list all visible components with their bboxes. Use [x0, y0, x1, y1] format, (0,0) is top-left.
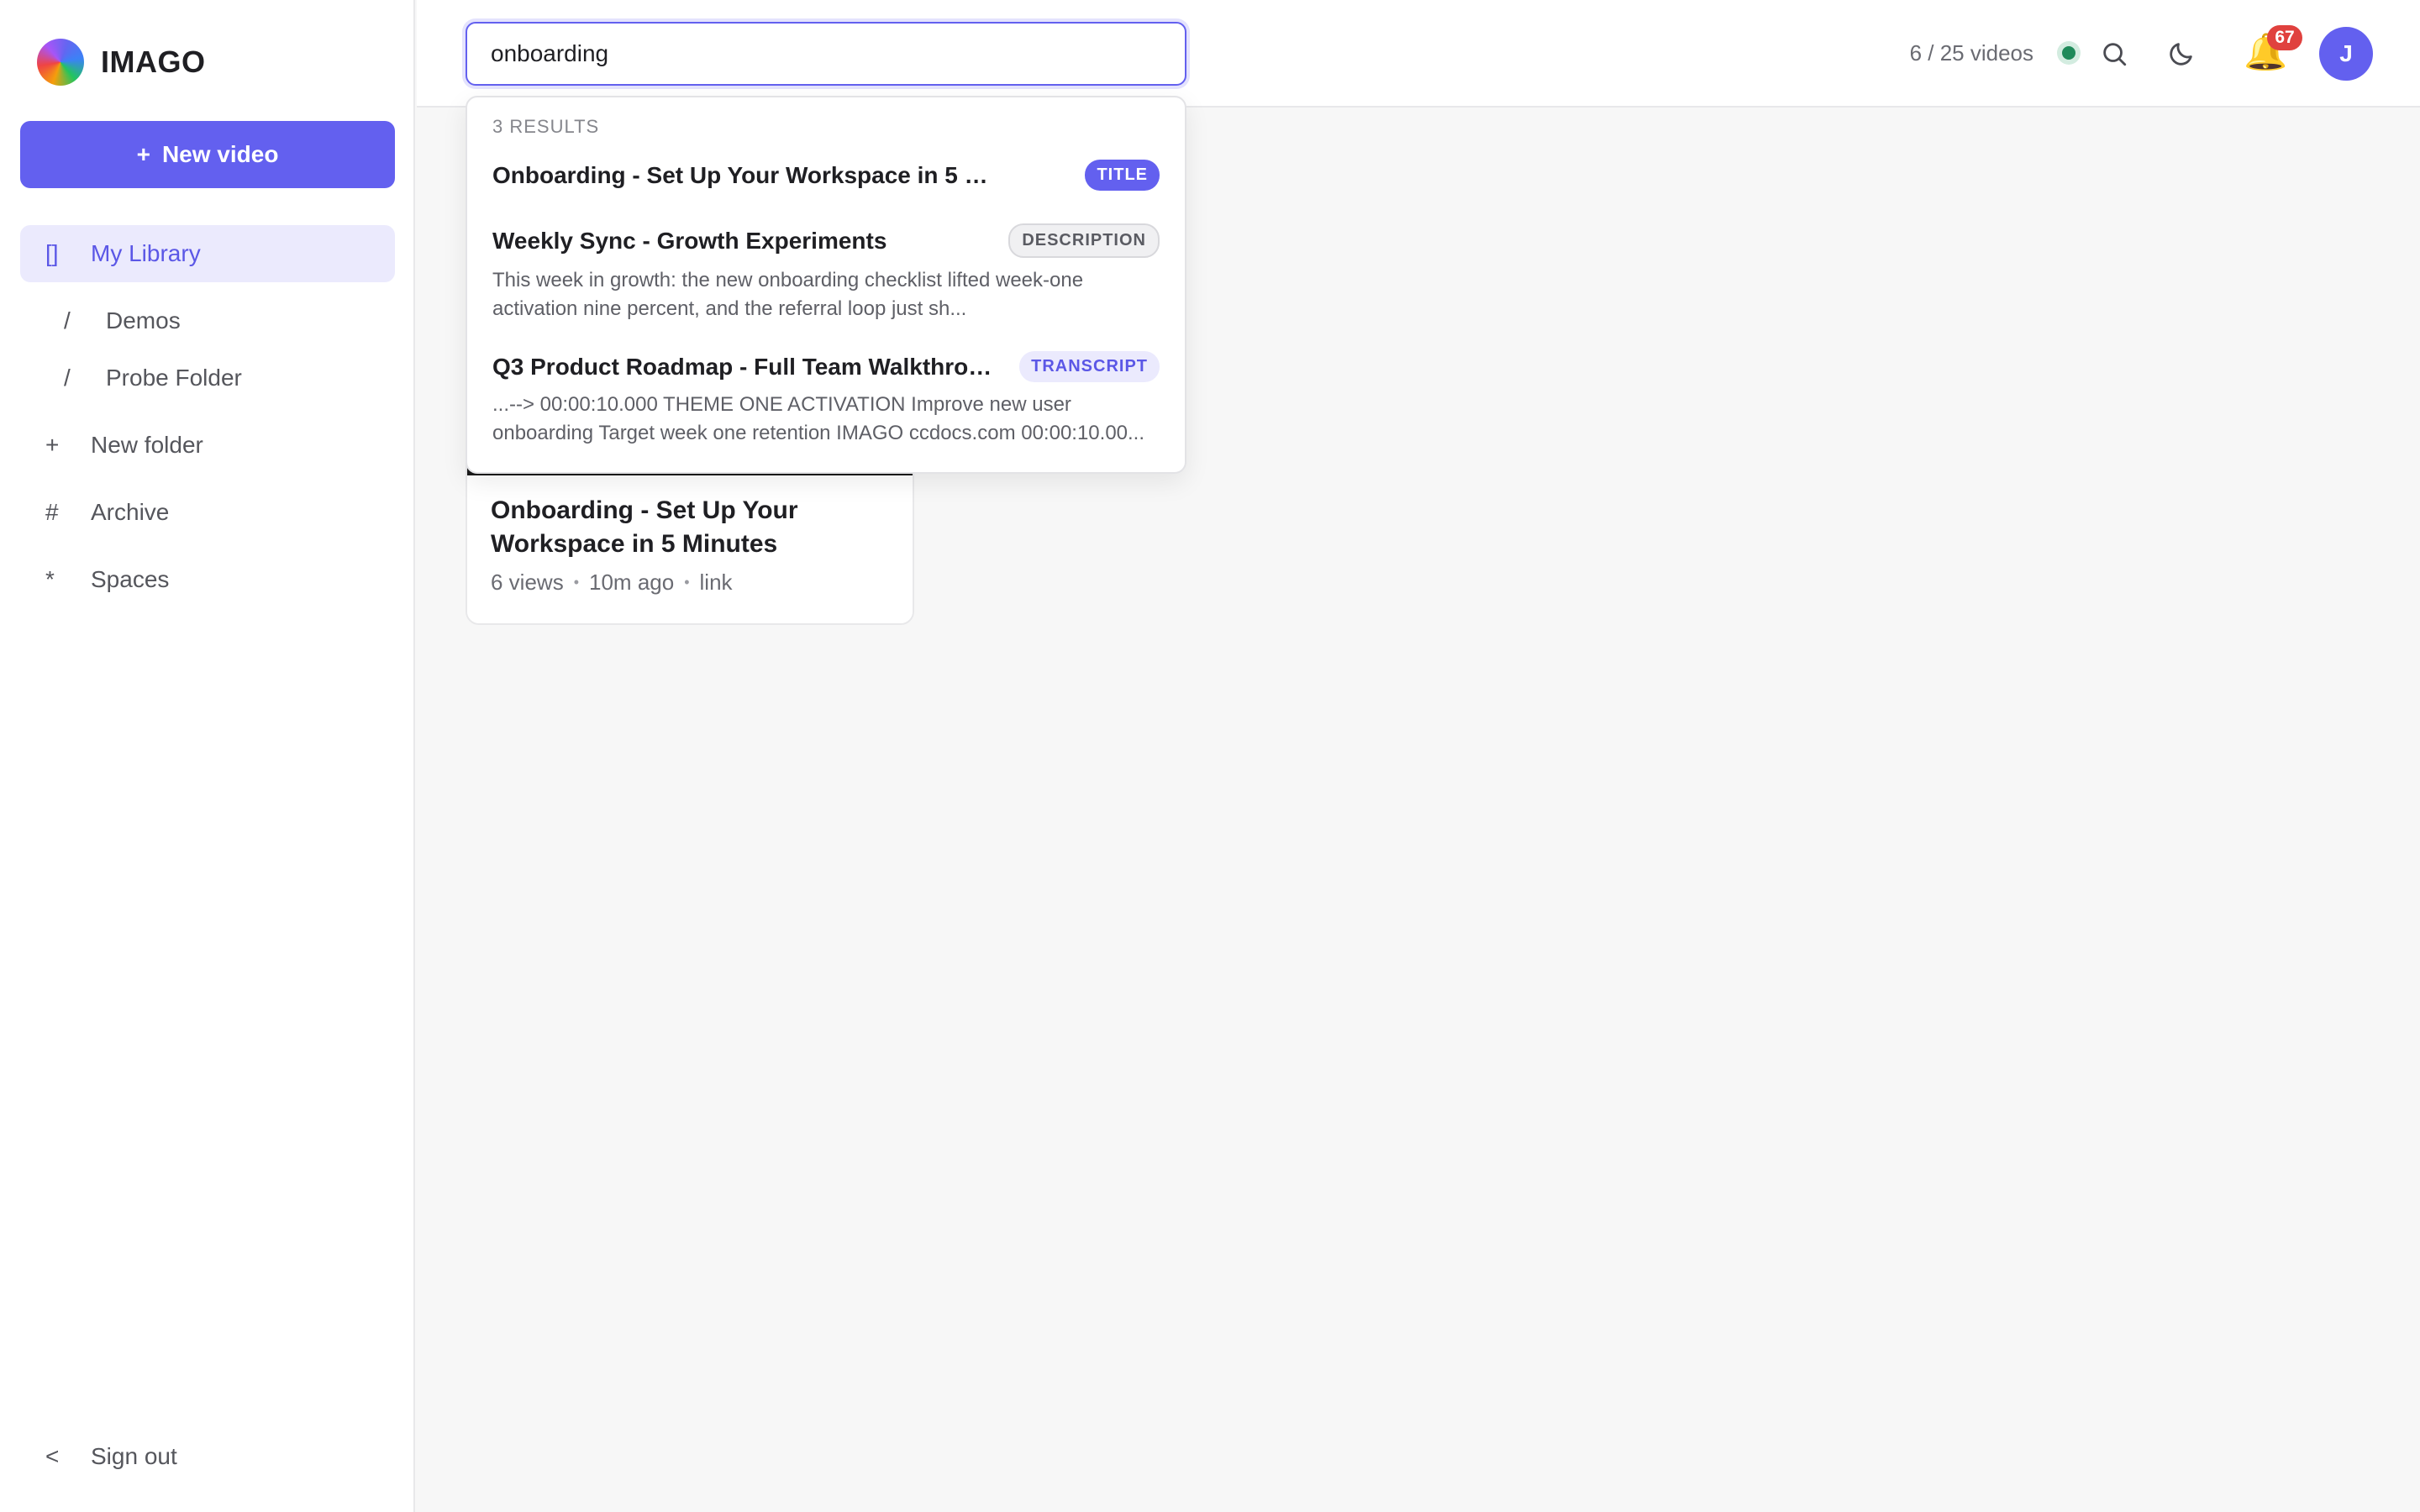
sign-out-icon: <	[45, 1443, 60, 1469]
folder-icon: /	[64, 365, 71, 391]
archive-icon: #	[45, 499, 59, 525]
library-icon: []	[45, 240, 59, 266]
moon-icon	[2170, 43, 2192, 66]
sidebar-item-spaces[interactable]: * Spaces	[20, 551, 395, 608]
result-snippet: ...--> 00:00:10.000 THEME ONE ACTIVATION…	[492, 393, 1145, 444]
sign-out-button[interactable]: < Sign out	[20, 1428, 395, 1485]
results-count: 3 RESULTS	[492, 116, 600, 137]
result-title: Onboarding - Set Up Your Workspace in 5 …	[492, 161, 997, 188]
status-dot-icon	[2057, 41, 2081, 65]
avatar[interactable]: J	[2319, 27, 2373, 81]
folder-icon: /	[64, 307, 71, 333]
search-input[interactable]	[466, 22, 1186, 86]
result-title: Weekly Sync - Growth Experiments	[492, 227, 887, 254]
separator-dot: •	[573, 574, 580, 591]
sidebar-item-demos[interactable]: / Demos	[20, 292, 395, 349]
sidebar-item-my-library[interactable]: [] My Library	[20, 225, 395, 282]
search-result-item[interactable]: Weekly Sync - Growth Experiments DESCRIP…	[492, 223, 1160, 323]
notification-count-badge: 67	[2267, 25, 2302, 50]
search-icon	[2103, 43, 2127, 66]
video-age: 10m ago	[589, 570, 675, 595]
result-snippet: This week in growth: the new onboarding …	[492, 269, 1084, 320]
search-button[interactable]	[2094, 34, 2134, 74]
separator-dot: •	[684, 574, 690, 591]
sidebar-item-label: New folder	[91, 432, 203, 458]
sidebar-item-label: Archive	[91, 499, 170, 525]
spaces-icon: *	[45, 566, 55, 592]
video-visibility: link	[699, 570, 733, 595]
match-type-badge: DESCRIPTION	[1008, 223, 1160, 258]
match-type-badge: TITLE	[1085, 160, 1160, 191]
video-quota: 6 / 25 videos	[1909, 40, 2033, 66]
brand[interactable]: IMAGO	[37, 39, 206, 86]
plus-icon: +	[45, 432, 60, 458]
match-type-badge: TRANSCRIPT	[1019, 351, 1160, 382]
new-video-button[interactable]: + New video	[20, 121, 395, 188]
sidebar: IMAGO + New video [] My Library / Demos …	[0, 0, 415, 1512]
search-results-dropdown: 3 RESULTS Onboarding - Set Up Your Works…	[466, 96, 1186, 474]
video-card-body: Onboarding - Set Up Your Workspace in 5 …	[467, 475, 913, 623]
logo-icon	[37, 39, 84, 86]
search-result-item[interactable]: Onboarding - Set Up Your Workspace in 5 …	[492, 160, 1160, 191]
video-views: 6 views	[491, 570, 564, 595]
search-result-item[interactable]: Q3 Product Roadmap - Full Team Walkthro……	[492, 351, 1160, 448]
plus-icon: +	[136, 141, 150, 167]
sidebar-item-new-folder[interactable]: + New folder	[20, 417, 395, 474]
video-title[interactable]: Onboarding - Set Up Your Workspace in 5 …	[491, 494, 889, 561]
sidebar-item-probe-folder[interactable]: / Probe Folder	[20, 349, 395, 407]
sidebar-item-label: Spaces	[91, 566, 170, 592]
sidebar-item-label: Probe Folder	[106, 365, 242, 391]
video-meta: 6 views • 10m ago • link	[491, 570, 889, 596]
new-video-label: New video	[161, 141, 279, 167]
sidebar-item-label: My Library	[91, 240, 201, 266]
result-title: Q3 Product Roadmap - Full Team Walkthro…	[492, 353, 992, 380]
brand-name: IMAGO	[101, 45, 206, 79]
sign-out-label: Sign out	[91, 1443, 177, 1469]
sidebar-item-label: Demos	[106, 307, 181, 333]
sidebar-item-archive[interactable]: # Archive	[20, 484, 395, 541]
theme-toggle-button[interactable]	[2161, 34, 2202, 74]
